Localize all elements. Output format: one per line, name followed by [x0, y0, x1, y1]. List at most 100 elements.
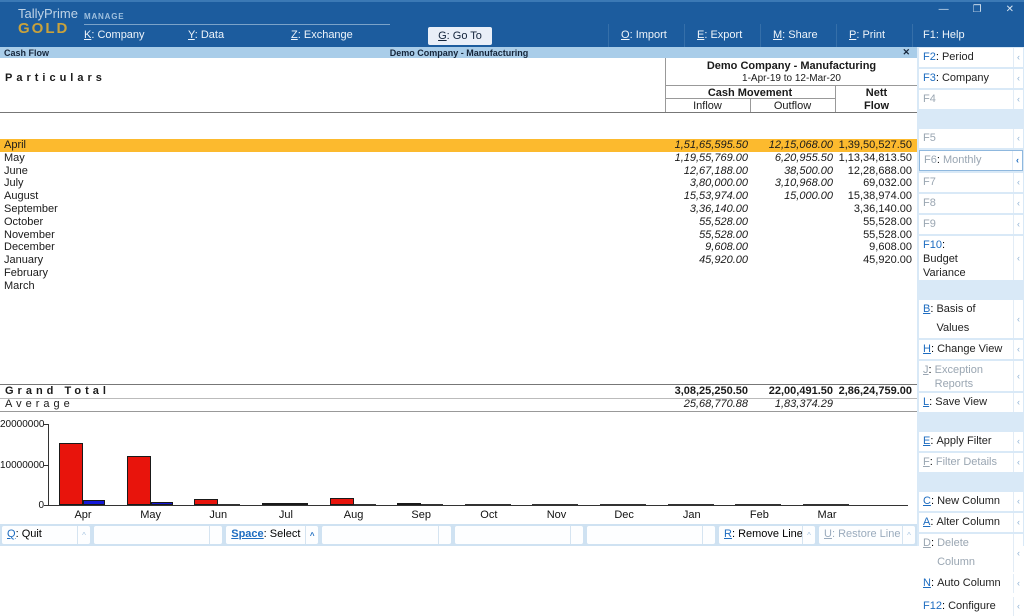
cell-nett-flow: 1,39,50,527.50 — [838, 139, 912, 151]
bar-outflow-may — [150, 502, 173, 505]
menu-print[interactable]: P: Print — [849, 29, 885, 41]
sidebar-button-configure[interactable]: F12: Configure ‹ — [919, 597, 1023, 616]
cell-nett-flow: 3,36,140.00 — [853, 202, 912, 215]
button-label: Change View — [937, 343, 1003, 355]
maximize-icon[interactable]: ❐ — [973, 2, 982, 18]
minimize-icon[interactable]: — — [939, 2, 949, 18]
grand-total-outflow: 22,00,491.50 — [768, 385, 833, 397]
sidebar-button-apply-filter[interactable]: E: Apply Filter ‹ — [919, 432, 1023, 451]
menu-company[interactable]: K: Company — [84, 29, 145, 41]
menu-export[interactable]: E: Export — [697, 29, 742, 41]
collapse-arrow-icon: ‹ — [1013, 393, 1023, 412]
x-axis-label: Sep — [411, 509, 431, 521]
sidebar-button-basis-of-values[interactable]: B: Basis of Values ‹ — [919, 300, 1023, 338]
button-label: Company — [941, 72, 990, 84]
button-label: Save View — [935, 396, 988, 408]
row-august[interactable]: August 15,53,974.00 15,000.00 15,38,974.00 — [0, 190, 918, 203]
sidebar-button-new-column[interactable]: C: New Column ‹ — [919, 492, 1023, 511]
row-january[interactable]: January 45,920.00 45,920.00 — [0, 254, 918, 267]
button-label: Auto Column — [937, 577, 1001, 589]
bar-inflow-may — [126, 456, 151, 505]
sidebar-button-company[interactable]: F3: Company ‹ — [919, 69, 1023, 88]
menu-help[interactable]: F1: Help — [923, 29, 965, 41]
row-february[interactable]: February — [0, 267, 918, 280]
bottombar-button-remove-line[interactable]: R: Remove Line ^ — [719, 526, 815, 544]
report-company-header: Demo Company - Manufacturing — [706, 60, 877, 72]
report-close-icon[interactable]: ✕ — [902, 47, 910, 58]
button-label: New Column — [937, 495, 1001, 507]
cell-month: March — [4, 279, 35, 292]
row-july[interactable]: July 3,80,000.00 3,10,968.00 69,032.00 — [0, 177, 918, 190]
key-separator: : — [941, 239, 946, 251]
sidebar-button-alter-column[interactable]: A: Alter Column ‹ — [919, 513, 1023, 532]
manage-divider — [84, 24, 390, 25]
x-axis-label: Apr — [74, 509, 92, 521]
cell-inflow: 15,53,974.00 — [683, 190, 748, 203]
menu-exchange[interactable]: Z: Exchange — [291, 29, 353, 41]
collapse-arrow-icon: ‹ — [1013, 69, 1023, 88]
bottombar-button-quit[interactable]: Q: Quit ^ — [2, 526, 90, 544]
app-name: TallyPrime — [18, 6, 78, 21]
row-november[interactable]: November 55,528.00 55,528.00 — [0, 229, 918, 242]
collapse-arrow-icon: ‹ — [1012, 151, 1022, 170]
cell-month: October — [4, 215, 44, 228]
row-may[interactable]: May 1,19,55,769.00 6,20,955.50 1,13,34,813.… — [0, 152, 918, 165]
cell-outflow: 3,10,968.00 — [774, 177, 833, 190]
outflow-column-header: Outflow — [773, 100, 812, 112]
average-label: Average — [5, 398, 74, 410]
x-axis-label: Feb — [749, 509, 769, 521]
shortcut-key: F9 — [923, 218, 936, 230]
report-period-header: 1-Apr-19 to 12-Mar-20 — [742, 73, 841, 84]
cell-inflow: 3,80,000.00 — [689, 177, 748, 190]
sidebar-button-change-view[interactable]: H: Change View ‹ — [919, 340, 1023, 359]
sidebar-button-period[interactable]: F2: Period ‹ — [919, 48, 1023, 67]
collapse-arrow-icon: ‹ — [1013, 513, 1023, 532]
collapse-arrow-icon: ‹ — [1013, 215, 1023, 234]
cell-month: February — [4, 266, 49, 279]
row-june[interactable]: June 12,67,188.00 38,500.00 12,28,688.00 — [0, 165, 918, 178]
collapse-arrow-icon: ‹ — [1013, 300, 1023, 338]
sidebar-button-filter-details: F: Filter Details ‹ — [919, 453, 1023, 472]
row-september[interactable]: September 3,36,140.00 3,36,140.00 — [0, 203, 918, 216]
sidebar-button-f7: F7 ‹ — [919, 173, 1023, 192]
sidebar-button-auto-column[interactable]: N: Auto Column ‹ — [919, 574, 1023, 593]
button-label: Exception Reports — [934, 364, 983, 390]
row-december[interactable]: December 9,608.00 9,608.00 — [0, 241, 918, 254]
collapse-arrow-icon: ‹ — [1013, 492, 1023, 511]
header-line — [750, 98, 751, 112]
shortcut-key: C — [923, 495, 931, 507]
menu-data[interactable]: Y: Data — [188, 29, 224, 41]
button-label: Basis of Values — [936, 303, 976, 334]
goto-button[interactable]: G: Go To — [428, 27, 492, 45]
bottombar-button-select[interactable]: Space: Select ^ — [226, 526, 319, 544]
button-label: Quit — [21, 528, 42, 540]
menu-divider — [684, 24, 685, 48]
bar-outflow-oct — [488, 504, 511, 505]
shortcut-key: H — [923, 343, 931, 355]
header-line — [665, 58, 666, 112]
sidebar-button-save-view[interactable]: L: Save View ‹ — [919, 393, 1023, 412]
x-axis-label: Nov — [546, 509, 567, 521]
bottombar-button-restore-line: U: Restore Line ^ — [819, 526, 915, 544]
row-march[interactable]: March — [0, 280, 918, 293]
menu-divider — [836, 24, 837, 48]
bar-inflow-nov — [532, 504, 557, 505]
row-october[interactable]: October 55,528.00 55,528.00 — [0, 216, 918, 229]
menu-import[interactable]: O: Import — [621, 29, 667, 41]
close-icon[interactable]: ✕ — [1006, 2, 1014, 18]
row-april[interactable]: April 1,51,65,595.50 12,15,068.00 1,39,50,5… — [0, 139, 918, 152]
bar-outflow-feb — [759, 504, 782, 505]
average-outflow: 1,83,374.29 — [774, 398, 833, 410]
particulars-header: Particulars — [5, 72, 106, 84]
menu-share[interactable]: M: Share — [773, 29, 818, 41]
sidebar-button-budget-variance[interactable]: F10: Budget Variance ‹ — [919, 236, 1023, 280]
bar-outflow-apr — [83, 500, 105, 505]
cell-month: August — [4, 190, 39, 203]
x-axis-label: May — [140, 509, 162, 521]
collapse-arrow-icon: ‹ — [1013, 129, 1023, 148]
collapse-arrow-icon: ‹ — [1013, 236, 1023, 280]
expand-caret-icon: ^ — [902, 526, 915, 544]
sidebar-button-monthly[interactable]: F6: Monthly ‹ — [919, 150, 1023, 171]
bottombar-empty-cell — [322, 526, 451, 544]
cell-inflow: 45,920.00 — [699, 254, 748, 267]
